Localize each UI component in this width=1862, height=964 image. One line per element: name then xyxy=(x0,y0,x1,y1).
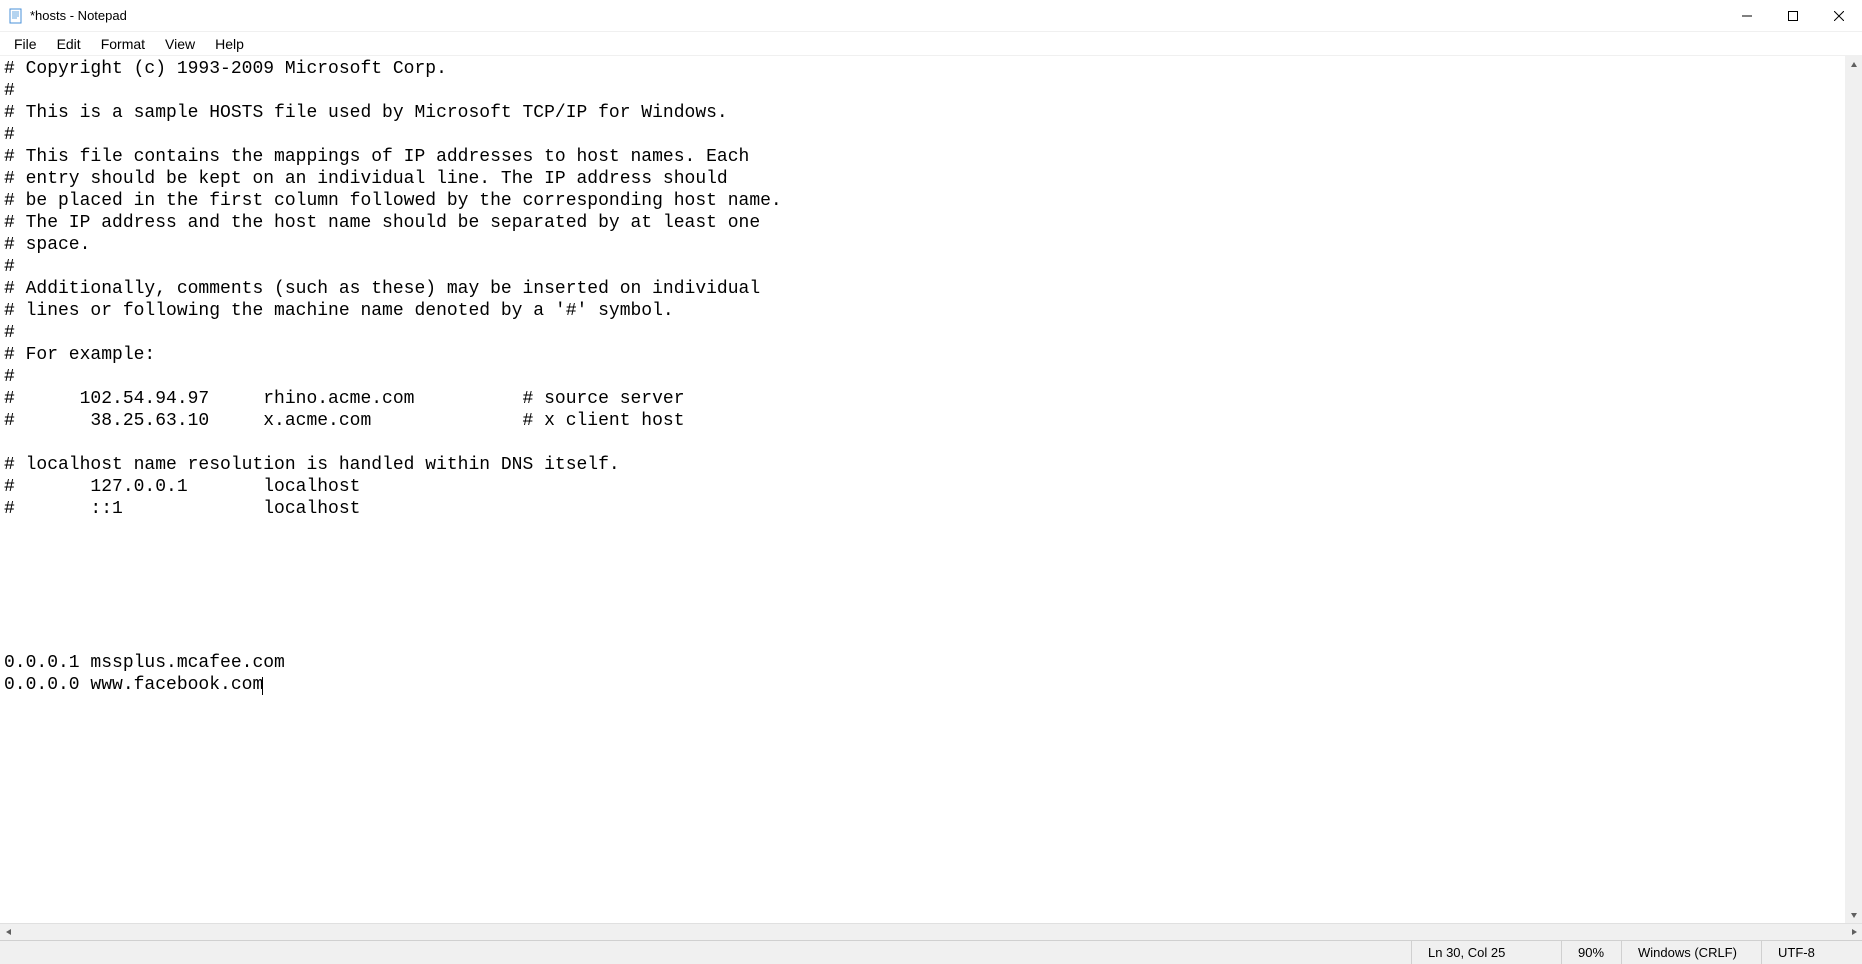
menu-edit[interactable]: Edit xyxy=(47,34,91,54)
notepad-icon xyxy=(8,8,24,24)
horizontal-scrollbar[interactable] xyxy=(0,923,1862,940)
scroll-down-arrow-icon[interactable] xyxy=(1845,906,1862,923)
vertical-scrollbar[interactable] xyxy=(1845,56,1862,923)
scroll-up-arrow-icon[interactable] xyxy=(1845,56,1862,73)
status-zoom: 90% xyxy=(1562,941,1622,964)
editor-content: # Copyright (c) 1993-2009 Microsoft Corp… xyxy=(4,59,782,695)
status-cursor-position: Ln 30, Col 25 xyxy=(1412,941,1562,964)
menu-bar: File Edit Format View Help xyxy=(0,32,1862,56)
window-controls xyxy=(1724,0,1862,31)
status-line-ending: Windows (CRLF) xyxy=(1622,941,1762,964)
window-title: *hosts - Notepad xyxy=(30,8,127,23)
menu-format[interactable]: Format xyxy=(91,34,155,54)
menu-view[interactable]: View xyxy=(155,34,205,54)
text-caret xyxy=(262,677,263,695)
menu-file[interactable]: File xyxy=(4,34,47,54)
status-spacer xyxy=(0,941,1412,964)
scroll-left-arrow-icon[interactable] xyxy=(0,924,17,941)
maximize-button[interactable] xyxy=(1770,0,1816,31)
editor-area: # Copyright (c) 1993-2009 Microsoft Corp… xyxy=(0,56,1862,923)
menu-help[interactable]: Help xyxy=(205,34,254,54)
status-encoding: UTF-8 xyxy=(1762,941,1862,964)
minimize-button[interactable] xyxy=(1724,0,1770,31)
text-editor[interactable]: # Copyright (c) 1993-2009 Microsoft Corp… xyxy=(0,56,1862,923)
scroll-right-arrow-icon[interactable] xyxy=(1845,924,1862,941)
close-button[interactable] xyxy=(1816,0,1862,31)
title-bar: *hosts - Notepad xyxy=(0,0,1862,32)
status-bar: Ln 30, Col 25 90% Windows (CRLF) UTF-8 xyxy=(0,940,1862,964)
